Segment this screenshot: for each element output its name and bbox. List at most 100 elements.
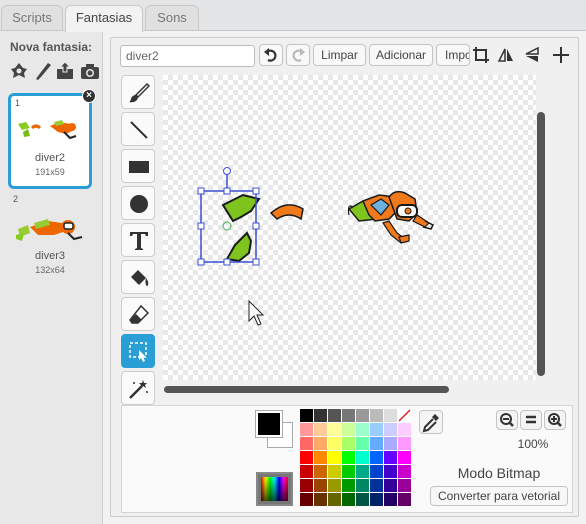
zoom-out-button[interactable] bbox=[496, 410, 518, 430]
palette-swatch[interactable] bbox=[384, 493, 397, 506]
crosshair-icon bbox=[553, 47, 569, 63]
rectangle-icon bbox=[129, 161, 149, 173]
palette-swatch[interactable] bbox=[398, 479, 411, 492]
palette-swatch[interactable] bbox=[314, 423, 327, 436]
palette-swatch[interactable] bbox=[328, 437, 341, 450]
palette-swatch[interactable] bbox=[370, 437, 383, 450]
import-button[interactable]: Importar bbox=[436, 44, 470, 66]
zoom-reset-button[interactable] bbox=[520, 410, 542, 430]
palette-swatch[interactable] bbox=[342, 423, 355, 436]
horizontal-scrollbar[interactable] bbox=[164, 386, 449, 393]
flip-horizontal-button[interactable] bbox=[494, 44, 518, 66]
palette-swatch[interactable] bbox=[342, 493, 355, 506]
costume-number: 2 bbox=[13, 194, 19, 204]
eraser-tool[interactable] bbox=[121, 297, 155, 331]
set-center-button[interactable] bbox=[549, 44, 573, 66]
text-tool[interactable] bbox=[121, 223, 155, 257]
palette-swatch[interactable] bbox=[398, 423, 411, 436]
palette-swatch[interactable] bbox=[370, 493, 383, 506]
palette-swatch[interactable] bbox=[356, 437, 369, 450]
sprite-library-icon[interactable] bbox=[9, 61, 29, 81]
costume-item-diver3[interactable]: 2 diver3 132x64 bbox=[8, 191, 92, 287]
palette-swatch[interactable] bbox=[384, 451, 397, 464]
palette-swatch[interactable] bbox=[300, 451, 313, 464]
palette-swatch[interactable] bbox=[314, 451, 327, 464]
add-button[interactable]: Adicionar bbox=[369, 44, 433, 66]
paint-brush-icon[interactable] bbox=[33, 61, 53, 81]
costume-item-diver2[interactable]: 1 × diver2 191x59 bbox=[8, 89, 96, 189]
tab-sounds[interactable]: Sons bbox=[145, 5, 199, 31]
palette-swatch[interactable] bbox=[300, 437, 313, 450]
palette-swatch[interactable] bbox=[370, 423, 383, 436]
zoom-in-button[interactable] bbox=[544, 410, 566, 430]
costume-list: Nova fantasia: 1 × diver2 191x59 2 diver… bbox=[0, 31, 103, 524]
palette-swatch[interactable] bbox=[300, 493, 313, 506]
palette-swatch[interactable] bbox=[328, 409, 341, 422]
stamp-tool[interactable] bbox=[121, 371, 155, 405]
clear-button[interactable]: Limpar bbox=[313, 44, 366, 66]
delete-costume-icon[interactable]: × bbox=[82, 89, 96, 103]
tab-costumes[interactable]: Fantasias bbox=[65, 5, 143, 32]
flip-vertical-button[interactable] bbox=[520, 44, 544, 66]
palette-swatch[interactable] bbox=[342, 409, 355, 422]
palette-swatch[interactable] bbox=[328, 479, 341, 492]
palette-swatch[interactable] bbox=[370, 479, 383, 492]
palette-swatch[interactable] bbox=[314, 479, 327, 492]
palette-swatch[interactable] bbox=[356, 451, 369, 464]
tab-scripts[interactable]: Scripts bbox=[1, 5, 63, 31]
crop-button[interactable] bbox=[469, 44, 493, 66]
palette-swatch[interactable] bbox=[342, 437, 355, 450]
palette-swatch[interactable] bbox=[300, 409, 313, 422]
palette-swatch[interactable] bbox=[398, 465, 411, 478]
palette-swatch[interactable] bbox=[356, 465, 369, 478]
palette-swatch[interactable] bbox=[370, 451, 383, 464]
palette-swatch[interactable] bbox=[356, 423, 369, 436]
line-tool[interactable] bbox=[121, 112, 155, 146]
palette-swatch[interactable] bbox=[398, 493, 411, 506]
palette-swatch[interactable] bbox=[370, 409, 383, 422]
palette-swatch[interactable] bbox=[342, 465, 355, 478]
transparent-swatch[interactable] bbox=[398, 409, 411, 422]
palette-swatch[interactable] bbox=[384, 423, 397, 436]
paint-canvas[interactable] bbox=[163, 75, 536, 380]
select-tool[interactable] bbox=[121, 334, 155, 368]
brush-tool[interactable] bbox=[121, 75, 155, 109]
palette-swatch[interactable] bbox=[300, 479, 313, 492]
palette-swatch[interactable] bbox=[328, 493, 341, 506]
palette-swatch[interactable] bbox=[356, 409, 369, 422]
costume-name-input[interactable] bbox=[120, 45, 255, 67]
redo-button[interactable] bbox=[286, 44, 310, 66]
palette-swatch[interactable] bbox=[384, 409, 397, 422]
palette-swatch[interactable] bbox=[384, 479, 397, 492]
palette-swatch[interactable] bbox=[398, 451, 411, 464]
palette-swatch[interactable] bbox=[328, 451, 341, 464]
color-picker-spectrum[interactable] bbox=[256, 472, 293, 506]
palette-swatch[interactable] bbox=[398, 437, 411, 450]
vertical-scrollbar[interactable] bbox=[537, 112, 545, 376]
palette-swatch[interactable] bbox=[314, 493, 327, 506]
palette-swatch[interactable] bbox=[384, 465, 397, 478]
primary-color-swatch[interactable] bbox=[255, 410, 283, 438]
palette-swatch[interactable] bbox=[300, 423, 313, 436]
palette-swatch[interactable] bbox=[314, 437, 327, 450]
undo-icon bbox=[264, 48, 277, 62]
undo-button[interactable] bbox=[259, 44, 283, 66]
rectangle-tool[interactable] bbox=[121, 149, 155, 183]
convert-to-vector-button[interactable]: Converter para vetorial bbox=[430, 486, 568, 506]
palette-swatch[interactable] bbox=[328, 423, 341, 436]
palette-swatch[interactable] bbox=[328, 465, 341, 478]
upload-icon[interactable] bbox=[55, 61, 75, 81]
camera-icon[interactable] bbox=[80, 61, 100, 81]
palette-swatch[interactable] bbox=[356, 493, 369, 506]
eyedropper-button[interactable] bbox=[419, 410, 443, 434]
palette-swatch[interactable] bbox=[342, 479, 355, 492]
palette-swatch[interactable] bbox=[356, 479, 369, 492]
palette-swatch[interactable] bbox=[300, 465, 313, 478]
palette-swatch[interactable] bbox=[370, 465, 383, 478]
palette-swatch[interactable] bbox=[314, 409, 327, 422]
ellipse-tool[interactable] bbox=[121, 186, 155, 220]
palette-swatch[interactable] bbox=[314, 465, 327, 478]
palette-swatch[interactable] bbox=[342, 451, 355, 464]
fill-tool[interactable] bbox=[121, 260, 155, 294]
palette-swatch[interactable] bbox=[384, 437, 397, 450]
